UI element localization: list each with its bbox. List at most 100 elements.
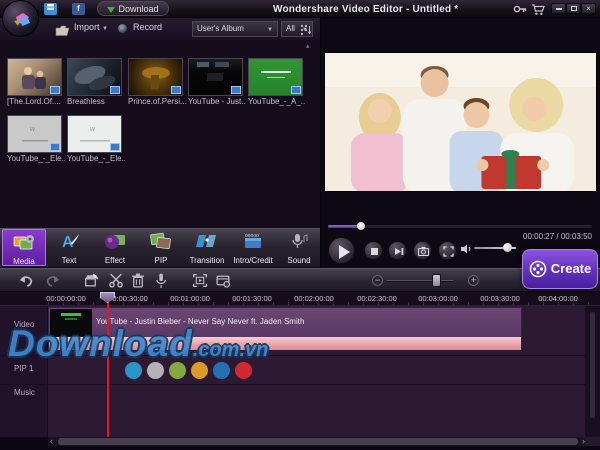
voiceover-button[interactable] [152,272,170,289]
slide-text-line [267,77,285,78]
clip-thumb-text [65,318,77,320]
album-dropdown[interactable]: User's Album ▼ [192,21,278,37]
intro-credit-icon: ooooo [241,232,265,252]
pip-icon [149,232,173,252]
tab-effect[interactable]: Effect [93,229,137,266]
scrollbar-corner [585,437,600,446]
track-label-music: Music [14,388,35,397]
media-scroll-up-icon[interactable]: ▴ [306,42,310,50]
delete-button[interactable] [129,272,147,289]
tab-sound[interactable]: Sound [277,229,321,266]
media-icon [12,233,36,253]
preview-seekbar[interactable] [328,225,592,228]
import-button[interactable]: Import ▼ [74,22,108,32]
media-item-label: [The.Lord.Of.... [7,97,65,106]
hd-badge-icon [50,143,60,151]
scroll-right-icon[interactable]: › [582,436,585,446]
media-item-thumbnail[interactable]: w [7,115,62,153]
media-item-label: YouTube_-_A_... [248,97,306,106]
sound-icon [287,232,311,252]
tab-label: PIP [139,256,183,265]
volume-icon[interactable] [460,242,473,260]
timeline-zoom-out-button[interactable]: − [372,275,383,286]
snapshot-button[interactable] [413,241,432,260]
record-button[interactable]: Record [133,22,162,32]
ruler-label: 00:03:00:00 [418,294,458,303]
media-item-label: Prince.of.Persi... [128,97,186,106]
import-folder-icon[interactable] [55,23,70,41]
import-dropdown-arrow-icon[interactable]: ▼ [102,26,108,32]
track-separator [0,384,585,385]
ruler-label: 00:02:00:00 [294,294,334,303]
track-label-pip: PIP 1 [14,364,33,373]
clip-settings-button[interactable] [214,272,232,289]
media-item-thumbnail[interactable]: w [67,115,122,153]
fullscreen-button[interactable] [438,241,457,260]
maximize-button[interactable] [566,3,581,14]
hd-badge-icon [291,86,301,94]
undo-button[interactable] [17,272,35,289]
create-button[interactable]: Create [522,249,598,289]
tab-label: Effect [93,256,137,265]
media-item-thumbnail[interactable] [7,58,62,96]
record-dot-icon[interactable] [117,23,128,34]
next-frame-button[interactable] [388,241,407,260]
timeline-zoom-slider[interactable] [387,280,453,282]
redo-icon [44,272,62,289]
media-item-label: YouTube_-_Ele... [67,154,125,163]
edit-clip-button[interactable] [82,272,100,289]
media-item-thumbnail[interactable] [248,58,303,96]
window-menu-icon[interactable] [44,3,57,15]
media-item-thumbnail[interactable] [128,58,183,96]
play-icon [339,245,350,259]
shop-cart-icon[interactable] [531,3,545,15]
media-item-thumbnail[interactable] [188,58,243,96]
media-item-label: YouTube_-_Ele... [7,154,65,163]
preview-seekbar-handle[interactable] [357,222,365,230]
sort-view-icon[interactable] [300,23,312,41]
download-button[interactable]: Download [97,1,169,16]
preview-video [324,52,597,192]
tab-media[interactable]: Media [2,229,46,266]
next-frame-icon [389,242,408,261]
stop-button[interactable] [364,241,383,260]
timeline-zoom-handle[interactable] [432,274,441,287]
media-item-label: Breathless [67,97,125,106]
trash-icon [129,272,147,289]
tab-text[interactable]: A Text [47,229,91,266]
slide-text-line [261,71,291,73]
tab-label: Sound [277,256,321,265]
microphone-icon [152,272,170,289]
stop-icon [371,248,378,255]
timeline-zoom-in-button[interactable]: + [468,275,479,286]
facebook-icon[interactable]: f [72,3,85,15]
tab-pip[interactable]: PIP [139,229,183,266]
scene-detect-button[interactable] [191,272,209,289]
split-button[interactable] [107,272,125,289]
play-button[interactable] [328,237,355,264]
clip-settings-icon [214,272,232,289]
download-watermark: Download.com.vn [8,323,268,365]
volume-slider-handle[interactable] [503,243,512,252]
vertical-scrollbar[interactable] [590,312,595,418]
tab-intro-credit[interactable]: ooooo Intro/Credit [231,229,275,266]
redo-button[interactable] [44,272,62,289]
close-button[interactable]: × [581,3,596,14]
undo-icon [17,272,35,289]
register-key-icon[interactable] [513,3,527,15]
tab-label: Transition [185,256,229,265]
horizontal-scrollbar-thumb[interactable] [58,438,578,445]
album-dropdown-arrow-icon: ▼ [267,23,273,37]
fullscreen-icon [439,242,458,261]
download-arrow-icon [107,7,115,13]
ruler-label: 00:03:30:00 [480,294,520,303]
maximize-glyph [571,6,577,11]
media-item-thumbnail[interactable] [67,58,122,96]
scroll-left-icon[interactable]: ‹ [50,436,53,446]
tab-transition[interactable]: Transition [185,229,229,266]
tab-label: Intro/Credit [231,256,275,265]
tab-label: Text [47,256,91,265]
family-photo [325,53,597,192]
ruler-label: 00:01:00:00 [170,294,210,303]
minimize-button[interactable] [551,3,566,14]
